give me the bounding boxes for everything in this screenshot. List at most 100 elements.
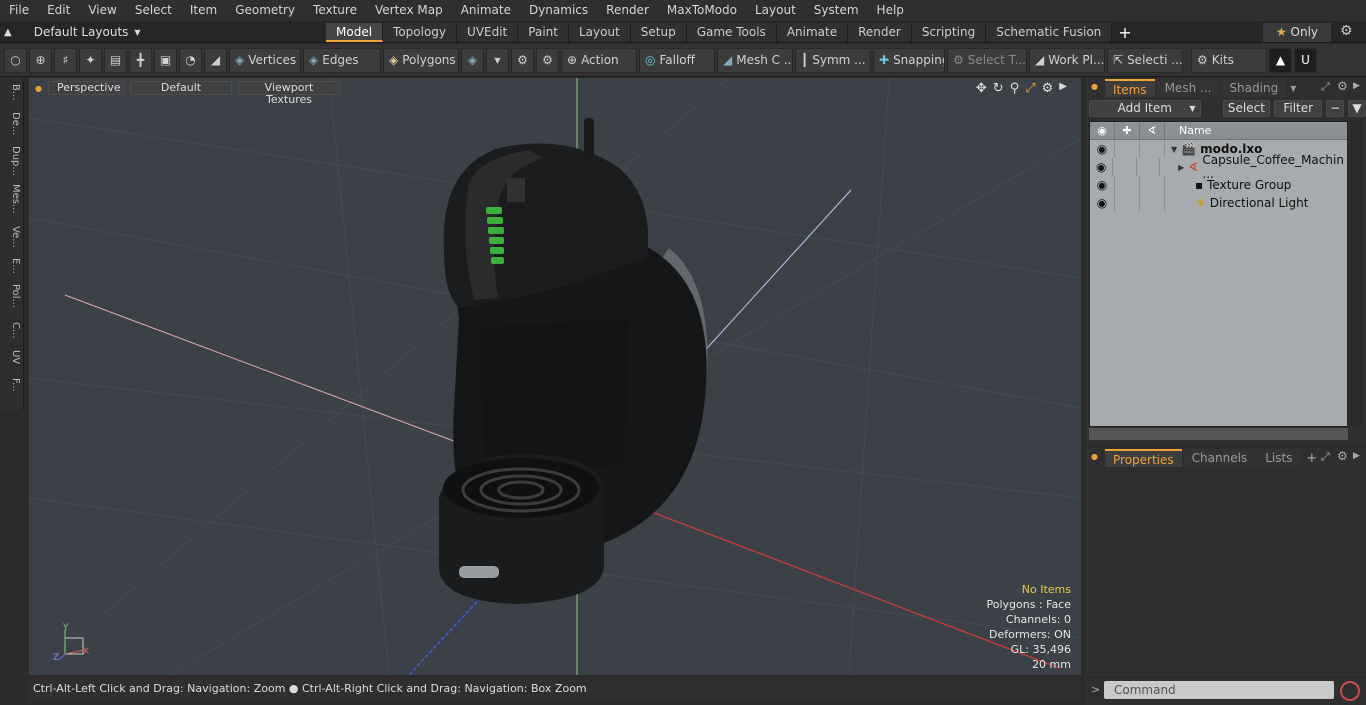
brush-icon[interactable]: ✦: [79, 47, 102, 73]
menu-help[interactable]: Help: [868, 0, 913, 21]
kits-button[interactable]: ⚙ Kits: [1191, 47, 1267, 73]
mesh-constraint-button[interactable]: ◢ Mesh C ...: [717, 47, 793, 73]
snapping-button[interactable]: ✚ Snapping: [873, 47, 945, 73]
circle-select-icon[interactable]: ○: [4, 47, 27, 73]
left-tab-mesh-edit[interactable]: Mes...: [3, 184, 21, 214]
align-icon[interactable]: ▤: [104, 47, 127, 73]
tabs-dropdown-icon[interactable]: ▼: [1290, 84, 1296, 93]
record-macro-icon[interactable]: [1340, 681, 1360, 701]
tab-properties[interactable]: Properties: [1105, 449, 1182, 467]
tab-layout[interactable]: Layout: [568, 23, 631, 42]
tab-render[interactable]: Render: [848, 23, 912, 42]
tab-topology[interactable]: Topology: [383, 23, 458, 42]
tab-items[interactable]: Items: [1105, 79, 1155, 97]
left-tab-basic[interactable]: B...: [3, 84, 21, 100]
item-mode-icon[interactable]: ◈: [461, 47, 484, 73]
select-through-button[interactable]: ⚙ Select T...: [947, 47, 1027, 73]
panel-expand-icon[interactable]: ⤢: [1321, 450, 1330, 464]
add-item-button[interactable]: Add Item ▼: [1089, 100, 1201, 117]
name-column-header[interactable]: Name: [1165, 122, 1211, 139]
panel-arrow-icon[interactable]: ▶: [1353, 451, 1360, 461]
left-tab-edge[interactable]: E...: [3, 258, 21, 274]
menu-texture[interactable]: Texture: [304, 0, 366, 21]
menu-geometry[interactable]: Geometry: [226, 0, 304, 21]
tab-setup[interactable]: Setup: [630, 23, 687, 42]
collapse-icon[interactable]: −: [1326, 100, 1345, 117]
menu-layout[interactable]: Layout: [746, 0, 805, 21]
unreal-icon[interactable]: U: [1294, 47, 1317, 73]
menu-system[interactable]: System: [805, 0, 868, 21]
box-icon[interactable]: ▣: [154, 47, 177, 73]
menu-vertex-map[interactable]: Vertex Map: [366, 0, 452, 21]
unity-icon[interactable]: ▲: [1269, 47, 1292, 73]
only-toggle[interactable]: ★ Only: [1263, 23, 1331, 42]
gear-icon[interactable]: ⚙: [1340, 23, 1353, 39]
panel-arrow-icon[interactable]: ▶: [1353, 81, 1360, 91]
left-tab-duplicate[interactable]: Dup...: [3, 146, 21, 176]
item-list-scrollbar[interactable]: [1349, 121, 1362, 427]
tab-schematic-fusion[interactable]: Schematic Fusion: [986, 23, 1113, 42]
shading-style-dropdown[interactable]: Default: [129, 81, 232, 95]
menu-animate[interactable]: Animate: [452, 0, 520, 21]
tab-uvedit[interactable]: UVEdit: [457, 23, 519, 42]
left-tab-uv[interactable]: UV: [3, 350, 21, 364]
command-input[interactable]: Command: [1104, 681, 1334, 699]
globe-icon[interactable]: ⊕: [29, 47, 52, 73]
work-plane-button[interactable]: ◢ Work Pl...: [1029, 47, 1105, 73]
item-row-light[interactable]: ◉ ☀ Directional Light: [1090, 194, 1347, 212]
panel-gear-icon[interactable]: ⚙: [1337, 449, 1348, 463]
polygons-button[interactable]: ◈ Polygons: [383, 47, 459, 73]
eye-icon[interactable]: ◉: [1090, 176, 1115, 194]
panel-gear-icon[interactable]: ⚙: [1337, 79, 1348, 93]
tab-paint[interactable]: Paint: [518, 23, 569, 42]
center-icon[interactable]: ╋: [129, 47, 152, 73]
expand-arrow-icon[interactable]: ▶: [1178, 163, 1184, 172]
selection-sets-button[interactable]: ⇱ Selecti ...: [1107, 47, 1183, 73]
item-row-mesh[interactable]: ◉ ▶ ∢ Capsule_Coffee_Machin ...: [1090, 153, 1347, 181]
pivot-icon[interactable]: ⚙: [511, 47, 534, 73]
mode-dropdown-icon[interactable]: ▼: [486, 47, 509, 73]
viewport-textures-dropdown[interactable]: Viewport Textures: [237, 81, 340, 106]
menu-view[interactable]: View: [79, 0, 125, 21]
select-button[interactable]: Select: [1222, 100, 1271, 117]
action-button[interactable]: ⊕ Action: [561, 47, 637, 73]
tab-model[interactable]: Model: [326, 23, 384, 42]
panel-expand-icon[interactable]: ⤢: [1321, 80, 1330, 94]
tab-animate[interactable]: Animate: [776, 23, 849, 42]
center-action-icon[interactable]: ⚙: [536, 47, 559, 73]
menu-render[interactable]: Render: [597, 0, 658, 21]
tab-lists[interactable]: Lists: [1257, 449, 1301, 467]
funnel-icon[interactable]: ▼: [1348, 100, 1366, 117]
add-tab-plus-icon[interactable]: +: [1112, 23, 1137, 42]
eye-icon[interactable]: ◉: [1090, 194, 1115, 212]
edges-button[interactable]: ◈ Edges: [303, 47, 381, 73]
left-tab-curve[interactable]: C...: [3, 322, 21, 339]
menu-maxtomodo[interactable]: MaxToModo: [658, 0, 746, 21]
left-tab-vertex[interactable]: Ve...: [3, 226, 21, 248]
filter-button[interactable]: Filter: [1274, 100, 1323, 117]
3d-viewport[interactable]: Y X Z ✥ ↻ ⚲ ⤢ ⚙ ▶ No Items Polygons : Fa…: [29, 78, 1081, 675]
menu-select[interactable]: Select: [126, 0, 181, 21]
left-tab-polygon[interactable]: Pol...: [3, 284, 21, 308]
menu-edit[interactable]: Edit: [38, 0, 79, 21]
menu-dynamics[interactable]: Dynamics: [520, 0, 597, 21]
menu-file[interactable]: File: [0, 0, 38, 21]
clock-icon[interactable]: ◔: [179, 47, 202, 73]
tab-scripting[interactable]: Scripting: [911, 23, 987, 42]
cube-icon[interactable]: ◢: [204, 47, 227, 73]
add-panel-tab-icon[interactable]: +: [1306, 451, 1317, 466]
item-list-hscrollbar[interactable]: [1089, 428, 1348, 440]
vertices-button[interactable]: ◈ Vertices: [229, 47, 301, 73]
pen-icon[interactable]: ♯: [54, 47, 77, 73]
tab-mesh[interactable]: Mesh ...: [1156, 79, 1220, 97]
menu-item[interactable]: Item: [181, 0, 226, 21]
eye-icon[interactable]: ◉: [1090, 158, 1114, 176]
tab-game-tools[interactable]: Game Tools: [686, 23, 777, 42]
left-tab-deform[interactable]: De...: [3, 112, 21, 135]
layouts-dropdown[interactable]: ▲ Default Layouts ▼: [4, 24, 141, 40]
symmetry-button[interactable]: ┃ Symm ...: [795, 47, 871, 73]
tab-channels[interactable]: Channels: [1183, 449, 1256, 467]
eye-icon[interactable]: ◉: [1090, 140, 1115, 158]
tab-shading[interactable]: Shading: [1221, 79, 1287, 97]
perspective-dropdown[interactable]: Perspective: [47, 81, 124, 95]
